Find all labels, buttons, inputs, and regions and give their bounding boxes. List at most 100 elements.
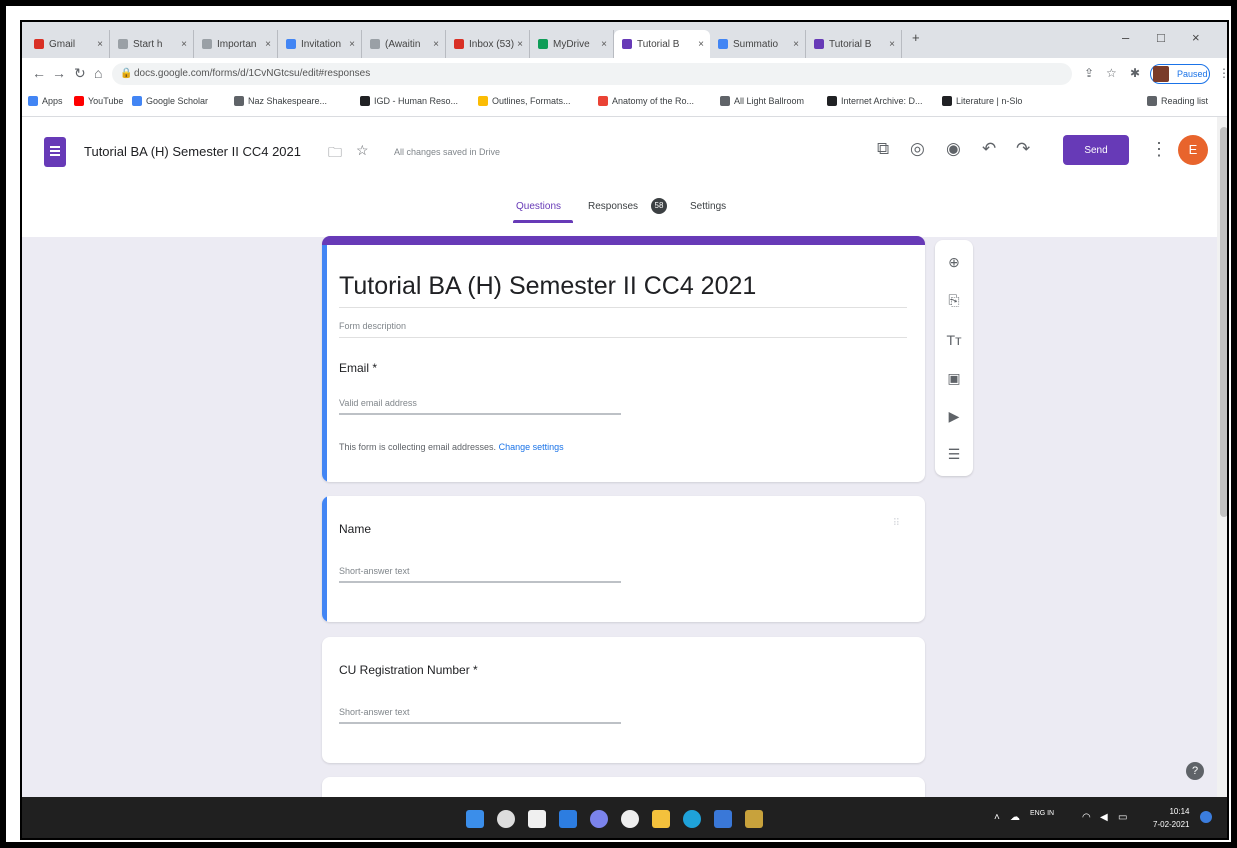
speaker-icon[interactable]: ◀ [1100,812,1108,823]
question-label[interactable]: Name [339,522,371,536]
widgets-icon[interactable] [559,810,577,828]
tray-chevron-icon[interactable]: ˄ [994,812,1000,823]
form-title-card[interactable]: Tutorial BA (H) Semester II CC4 2021 For… [322,236,925,482]
answer-placeholder: Short-answer text [339,566,410,576]
notification-icon[interactable] [1200,811,1212,823]
add-section-icon[interactable]: ☰ [946,446,962,463]
send-button[interactable]: Send [1063,135,1129,165]
add-title-icon[interactable]: Tт [946,332,962,348]
question-card[interactable]: CU Registration Number * Short-answer te… [322,637,925,763]
form-title[interactable]: Tutorial BA (H) Semester II CC4 2021 [339,272,756,301]
reload-icon[interactable]: ↻ [74,65,86,82]
url-bar[interactable]: 🔒 docs.google.com/forms/d/1CvNGtcsu/edit#… [112,63,1072,85]
file-explorer-icon[interactable] [652,810,670,828]
preview-eye-icon[interactable]: ◉ [946,139,961,159]
close-icon[interactable]: × [433,39,439,50]
tab-questions[interactable]: Questions [516,201,561,212]
star-icon[interactable]: ☆ [356,142,369,159]
import-questions-icon[interactable]: ⎘ [946,292,962,309]
browser-tab[interactable]: Importan × [194,30,278,58]
browser-tab[interactable]: Inbox (53) × [446,30,530,58]
add-question-icon[interactable]: ⊕ [946,254,962,271]
new-tab-icon[interactable]: + [912,30,920,45]
undo-icon[interactable]: ↶ [982,139,996,159]
close-icon[interactable]: × [97,39,103,50]
addon-icon[interactable]: ⧉ [877,139,889,159]
chrome-icon[interactable] [621,810,639,828]
browser-tab[interactable]: Summatio × [710,30,806,58]
question-label[interactable]: CU Registration Number * [339,663,478,677]
doc-title[interactable]: Tutorial BA (H) Semester II CC4 2021 [84,144,301,159]
scrollbar-thumb[interactable] [1220,127,1227,517]
browser-tab[interactable]: MyDrive × [530,30,614,58]
clock-time: 10:14 [1169,807,1190,816]
more-options-icon[interactable]: ⋮ [1150,139,1168,160]
start-icon[interactable] [466,810,484,828]
browser-tab[interactable]: Gmail × [26,30,110,58]
clock[interactable]: 10:14 7-02-2021 [1153,805,1189,831]
browser-tab[interactable]: (Awaitin × [362,30,446,58]
close-icon[interactable]: × [181,39,187,50]
browser-tab[interactable]: Invitation × [278,30,362,58]
bookmark[interactable]: Outlines, Formats... [478,96,571,106]
tab-settings[interactable]: Settings [690,201,726,212]
avatar[interactable]: E [1178,135,1208,165]
chat-icon[interactable] [590,810,608,828]
add-image-icon[interactable]: ▣ [946,370,962,387]
taskbar: ˄ ☁ ENG IN ◠ ◀ ▭ 10:14 7-02-2021 [22,797,1227,838]
folder-icon[interactable]: 🗀 [328,142,342,166]
forward-icon[interactable]: → [52,65,66,81]
bookmark[interactable]: IGD - Human Reso... [360,96,458,106]
close-icon[interactable]: × [793,39,799,50]
forms-logo-icon[interactable] [44,137,66,167]
minimize-icon[interactable]: – [1122,30,1129,45]
search-icon[interactable] [497,810,515,828]
bookmark[interactable]: Apps [28,96,63,106]
question-card[interactable]: ⠿ Name Short-answer text [322,496,925,622]
extensions-icon[interactable]: ✱ [1130,66,1140,80]
bookmark[interactable]: Google Scholar [132,96,208,106]
close-icon[interactable]: × [889,39,895,50]
bookmark[interactable]: Literature | n-Slo [942,96,1022,106]
back-icon[interactable]: ← [32,65,46,81]
home-icon[interactable]: ⌂ [94,65,102,81]
browser-tab[interactable]: Tutorial B × [806,30,902,58]
profile-button[interactable]: Paused [1150,64,1210,84]
wifi-icon[interactable]: ◠ [1082,812,1091,823]
edge-icon[interactable] [683,810,701,828]
bookmark[interactable]: YouTube [74,96,123,106]
browser-tab[interactable]: Start h × [110,30,194,58]
close-icon[interactable]: × [601,39,607,50]
reading-list[interactable]: Reading list [1147,96,1208,106]
app-icon[interactable] [745,810,763,828]
task-view-icon[interactable] [528,810,546,828]
browser-tab-active[interactable]: Tutorial B × [614,30,710,58]
scrollbar[interactable] [1217,117,1227,797]
close-icon[interactable]: × [349,39,355,50]
bookmark[interactable]: All Light Ballroom [720,96,804,106]
palette-icon[interactable]: ◎ [910,139,925,159]
onedrive-icon[interactable]: ☁ [1010,812,1020,823]
help-icon[interactable]: ? [1186,762,1204,780]
redo-icon[interactable]: ↷ [1016,139,1030,159]
language-indicator[interactable]: ENG IN [1030,809,1054,818]
change-settings-link[interactable]: Change settings [499,442,564,452]
bookmark[interactable]: Anatomy of the Ro... [598,96,694,106]
bookmark[interactable]: Internet Archive: D... [827,96,923,106]
close-icon[interactable]: × [265,39,271,50]
close-window-icon[interactable]: × [1192,30,1200,45]
store-icon[interactable] [714,810,732,828]
browser-menu-icon[interactable]: ⋮ [1218,66,1227,80]
form-description-input[interactable]: Form description [339,321,406,331]
star-icon[interactable]: ☆ [1106,66,1117,80]
browser-tab-bar: Gmail × Start h × Importan × Invitation × (A… [22,22,1227,58]
battery-icon[interactable]: ▭ [1118,812,1127,823]
close-icon[interactable]: × [698,39,704,50]
bookmark[interactable]: Naz Shakespeare... [234,96,327,106]
close-icon[interactable]: × [517,39,523,50]
tab-responses[interactable]: Responses [588,201,638,212]
add-video-icon[interactable]: ▶ [946,408,962,425]
drag-handle-icon[interactable]: ⠿ [893,518,900,529]
maximize-icon[interactable]: □ [1157,30,1165,45]
share-icon[interactable]: ⇪ [1084,66,1094,80]
